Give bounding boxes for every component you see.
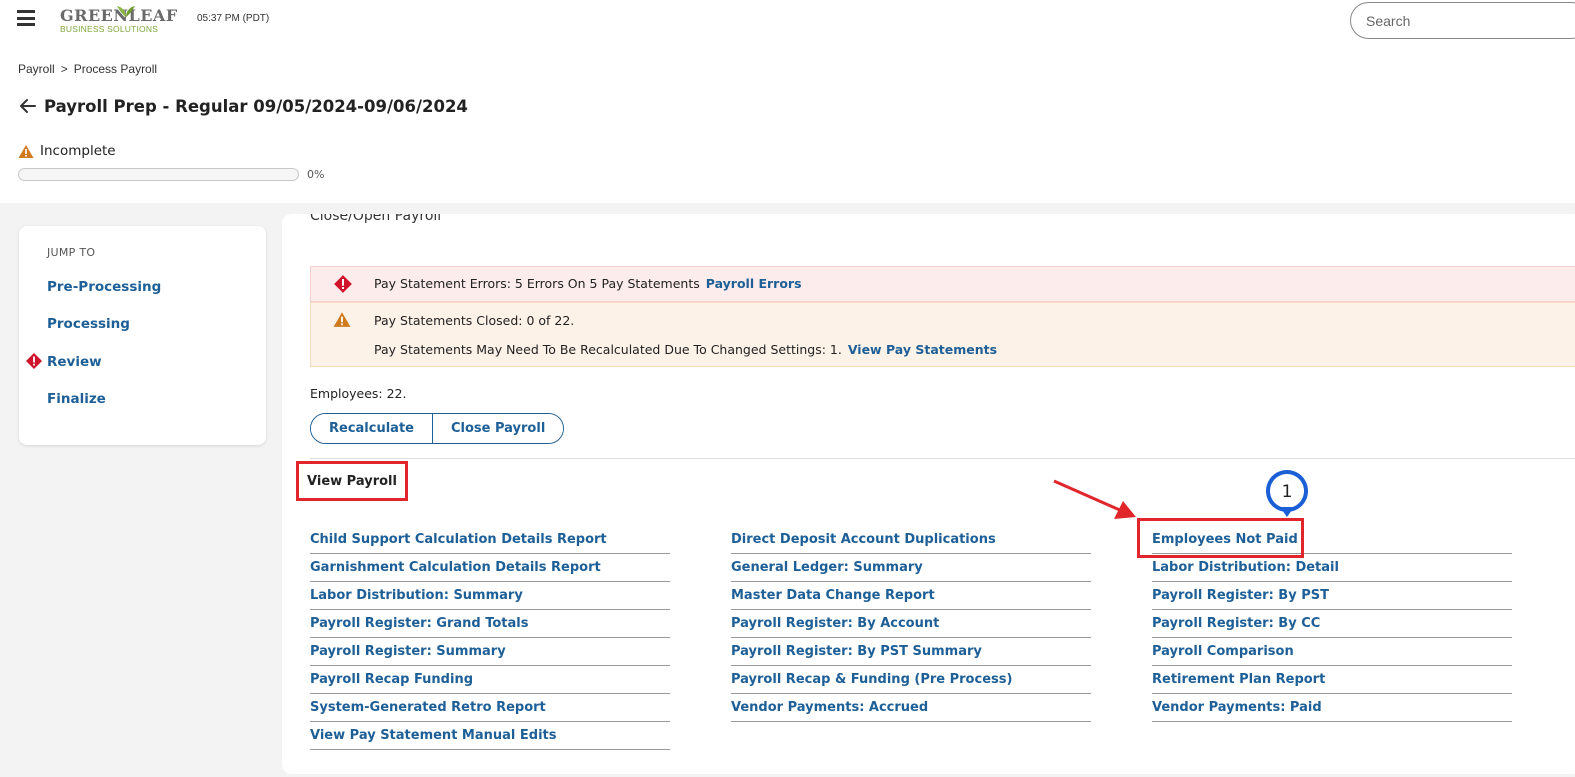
error-diamond-icon	[26, 353, 42, 369]
report-link[interactable]: Direct Deposit Account Duplications	[731, 526, 1091, 554]
report-link[interactable]: Labor Distribution: Summary	[310, 582, 670, 610]
jump-item-processing[interactable]: Processing	[47, 316, 130, 332]
jump-to-title: JUMP TO	[47, 246, 96, 259]
report-link[interactable]: General Ledger: Summary	[731, 554, 1091, 582]
jump-item-pre-processing[interactable]: Pre-Processing	[47, 279, 161, 295]
breadcrumb-payroll[interactable]: Payroll	[18, 62, 55, 76]
hamburger-menu-icon[interactable]	[17, 10, 35, 26]
section-heading-close-open-payroll: Close/Open Payroll	[310, 214, 442, 224]
jump-to-card: JUMP TO Pre-Processing Processing Review…	[19, 226, 266, 445]
jump-item-finalize[interactable]: Finalize	[47, 391, 106, 407]
error-alert-line: Pay Statement Errors: 5 Errors On 5 Pay …	[374, 276, 802, 291]
error-alert: Pay Statement Errors: 5 Errors On 5 Pay …	[310, 266, 1575, 302]
warning-alert-recalc-text: Pay Statements May Need To Be Recalculat…	[374, 342, 842, 357]
error-diamond-icon	[334, 275, 352, 293]
report-link[interactable]: Payroll Register: By PST	[1152, 582, 1512, 610]
warning-triangle-icon	[18, 144, 34, 158]
breadcrumb-process-payroll[interactable]: Process Payroll	[74, 62, 157, 76]
payroll-errors-link[interactable]: Payroll Errors	[706, 276, 802, 291]
employees-count: Employees: 22.	[310, 386, 407, 401]
report-link[interactable]: Payroll Recap Funding	[310, 666, 670, 694]
title-row: Payroll Prep - Regular 09/05/2024-09/06/…	[18, 96, 468, 116]
warning-alert: Pay Statements Closed: 0 of 22. Pay Stat…	[310, 302, 1575, 367]
report-link[interactable]: Labor Distribution: Detail	[1152, 554, 1512, 582]
step-marker-number: 1	[1282, 482, 1293, 502]
report-link[interactable]: Vendor Payments: Accrued	[731, 694, 1091, 722]
report-link[interactable]: Master Data Change Report	[731, 582, 1091, 610]
warning-triangle-icon	[333, 312, 351, 327]
report-link[interactable]: System-Generated Retro Report	[310, 694, 670, 722]
main-card: Close/Open Payroll Pay Statement Errors:…	[282, 214, 1575, 774]
jump-item-review[interactable]: Review	[47, 354, 102, 370]
leaf-icon	[117, 6, 135, 17]
top-bar: GREENLEAF BUSINESS SOLUTIONS 05:37 PM (P…	[0, 0, 1575, 42]
report-link[interactable]: Payroll Register: By CC	[1152, 610, 1512, 638]
company-logo[interactable]: GREENLEAF BUSINESS SOLUTIONS	[60, 6, 178, 37]
section-divider	[310, 458, 1575, 459]
arrow-left-icon[interactable]	[18, 96, 38, 116]
current-time: 05:37 PM (PDT)	[197, 13, 270, 24]
status-row: Incomplete	[18, 143, 116, 159]
report-link[interactable]: Payroll Recap & Funding (Pre Process)	[731, 666, 1091, 694]
report-link[interactable]: Payroll Register: By PST Summary	[731, 638, 1091, 666]
close-payroll-button[interactable]: Close Payroll	[431, 414, 564, 443]
report-link[interactable]: Payroll Register: Grand Totals	[310, 610, 670, 638]
page-title: Payroll Prep - Regular 09/05/2024-09/06/…	[44, 96, 468, 116]
report-link[interactable]: Child Support Calculation Details Report	[310, 526, 670, 554]
warning-alert-recalc-line: Pay Statements May Need To Be Recalculat…	[374, 342, 997, 357]
progress-bar	[18, 168, 299, 181]
status-text: Incomplete	[40, 143, 116, 159]
report-link[interactable]: Garnishment Calculation Details Report	[310, 554, 670, 582]
breadcrumb: Payroll > Process Payroll	[18, 62, 157, 76]
report-link[interactable]: Payroll Register: By Account	[731, 610, 1091, 638]
error-alert-text: Pay Statement Errors: 5 Errors On 5 Pay …	[374, 276, 700, 291]
red-arrow-icon	[1053, 479, 1136, 519]
progress-label: 0%	[307, 168, 325, 181]
reports-column-2: Direct Deposit Account Duplications Gene…	[731, 526, 1091, 722]
warning-alert-closed: Pay Statements Closed: 0 of 22.	[374, 313, 575, 328]
breadcrumb-separator: >	[60, 62, 68, 76]
report-link[interactable]: Payroll Register: Summary	[310, 638, 670, 666]
report-link[interactable]: Payroll Comparison	[1152, 638, 1512, 666]
view-pay-statements-link[interactable]: View Pay Statements	[848, 342, 997, 357]
view-payroll-heading: View Payroll	[296, 461, 408, 501]
reports-column-1: Child Support Calculation Details Report…	[310, 526, 670, 750]
logo-tagline: BUSINESS SOLUTIONS	[60, 24, 159, 34]
report-link[interactable]: Vendor Payments: Paid	[1152, 694, 1512, 722]
report-link[interactable]: View Pay Statement Manual Edits	[310, 722, 670, 750]
step-marker: 1	[1266, 470, 1308, 517]
report-link[interactable]: Retirement Plan Report	[1152, 666, 1512, 694]
recalculate-button[interactable]: Recalculate	[311, 414, 432, 443]
search-input[interactable]	[1350, 2, 1575, 39]
action-button-group: Recalculate Close Payroll	[310, 413, 565, 444]
